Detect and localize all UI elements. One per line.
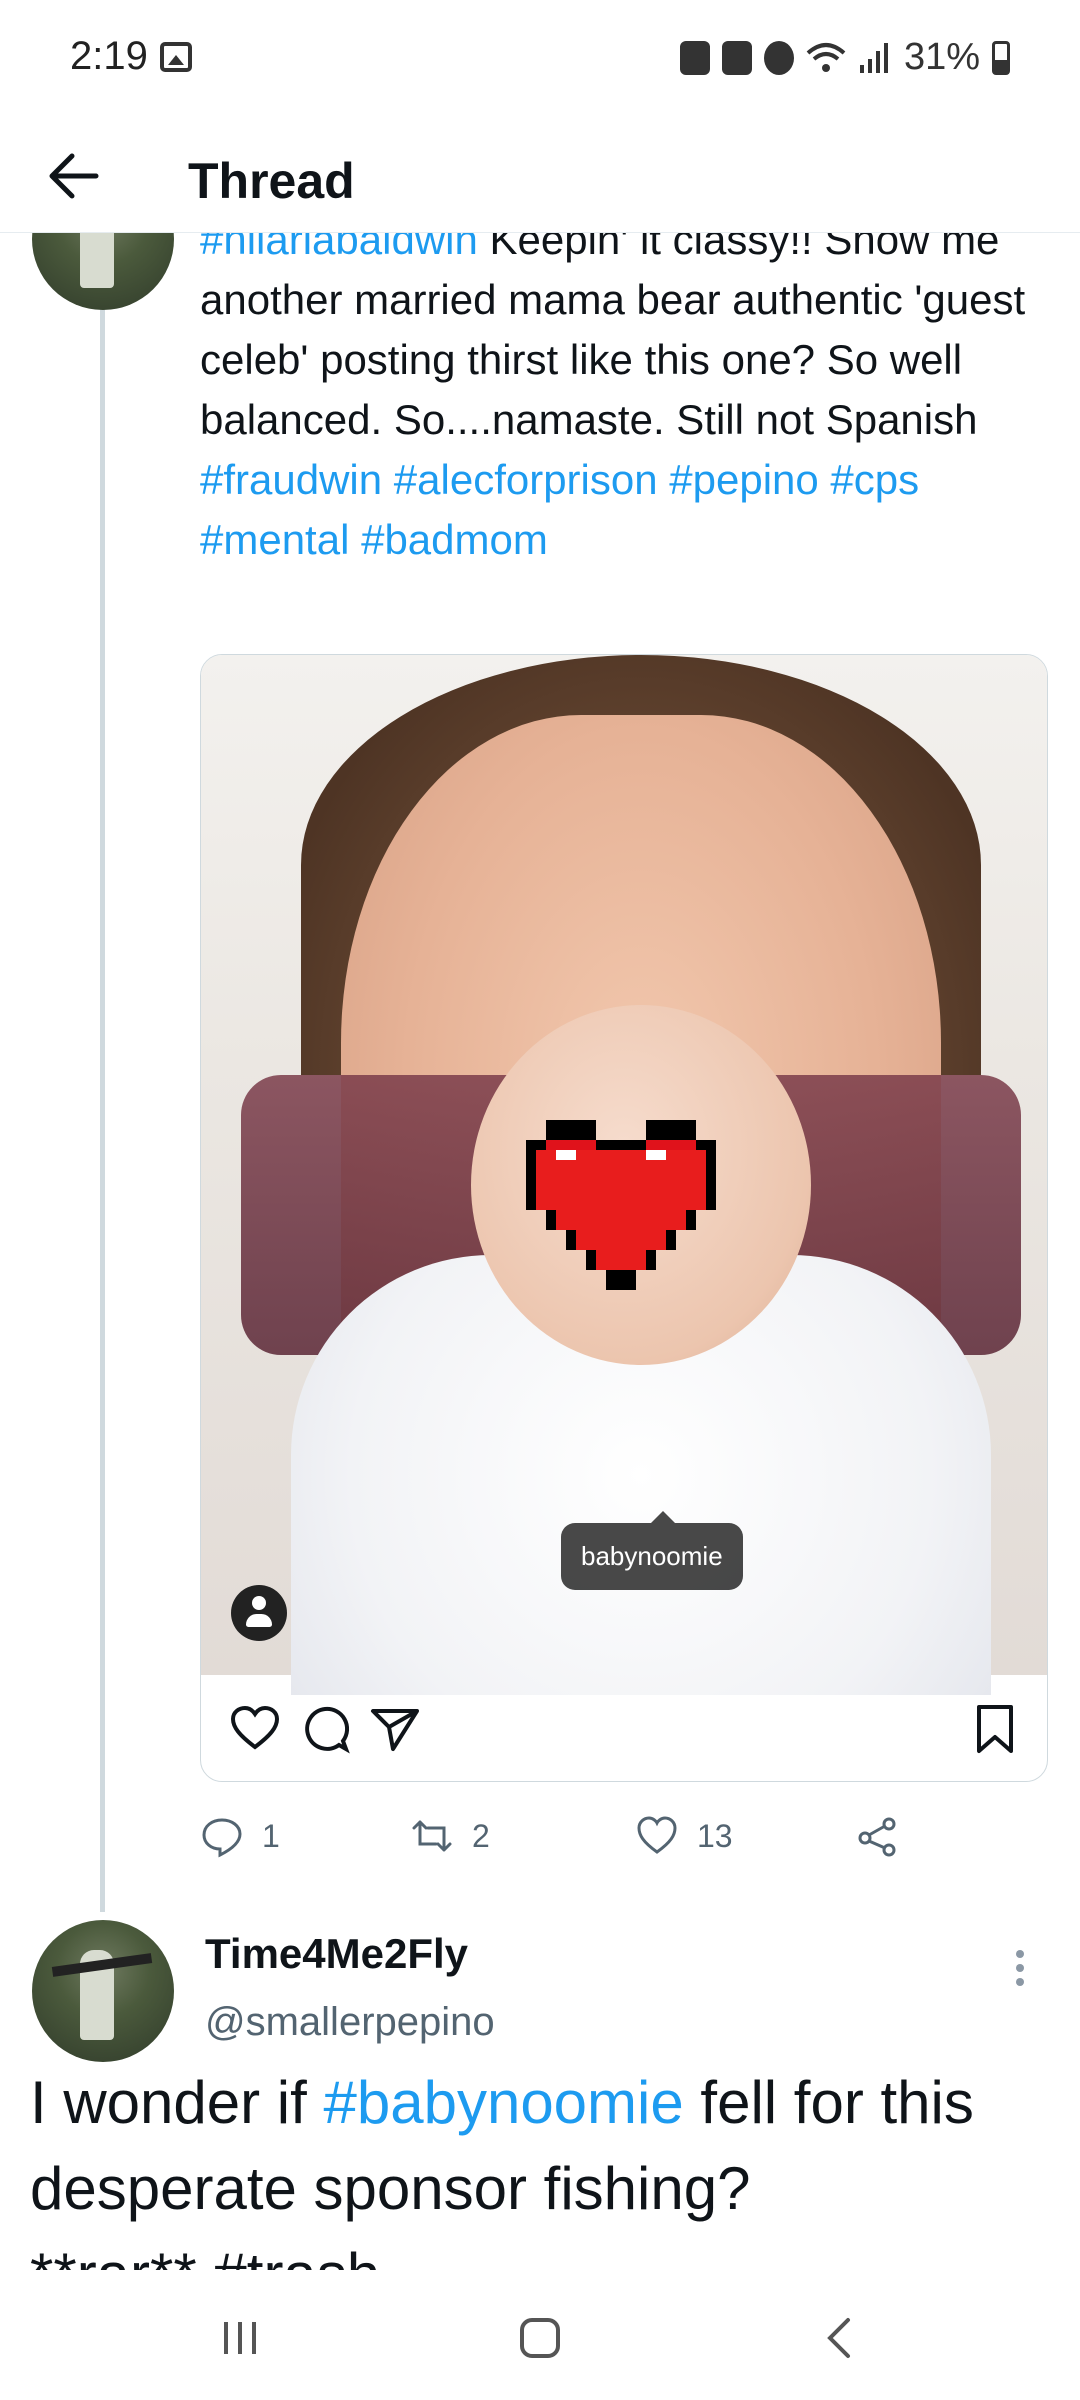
reply-button[interactable]: 1 xyxy=(200,1806,280,1866)
retweet-button[interactable]: 2 xyxy=(410,1806,490,1866)
wifi-icon xyxy=(806,42,846,72)
hashtag-link[interactable]: #cps xyxy=(830,456,919,503)
tweet-text-cut: **rar** #trash xyxy=(30,2241,380,2270)
retweet-count: 2 xyxy=(472,1817,490,1854)
share-plane-icon[interactable] xyxy=(369,1703,421,1755)
media-actions xyxy=(201,1675,1047,1781)
hashtag-link[interactable]: #alecforprison xyxy=(394,456,658,503)
alarm-icon xyxy=(763,40,794,75)
reply-count: 1 xyxy=(262,1817,280,1854)
back-nav-icon[interactable] xyxy=(810,2308,870,2368)
tweet-body: #hilariabaldwin Keepin' it classy!! Show… xyxy=(200,210,1040,570)
thread-connector-line xyxy=(100,232,105,1912)
battery-percent: 31% xyxy=(903,36,980,78)
nfc-icon xyxy=(721,40,752,75)
recent-apps-icon[interactable] xyxy=(210,2308,270,2368)
like-heart-icon xyxy=(637,1816,677,1854)
retweet-icon xyxy=(412,1820,452,1852)
signal-icon xyxy=(859,42,888,73)
like-button[interactable]: 13 xyxy=(635,1806,733,1866)
bookmark-icon[interactable] xyxy=(969,1703,1021,1755)
media-card[interactable]: babynoomie xyxy=(200,654,1048,1782)
like-count: 13 xyxy=(697,1817,733,1854)
share-icon xyxy=(858,1817,896,1857)
status-time: 2:19 xyxy=(70,34,148,78)
system-nav-bar xyxy=(0,2270,1080,2400)
hashtag-link[interactable]: #pepino xyxy=(669,456,818,503)
home-icon[interactable] xyxy=(510,2308,570,2368)
heart-icon[interactable] xyxy=(229,1703,281,1755)
tagged-person-icon[interactable] xyxy=(231,1585,287,1641)
hashtag-link[interactable]: #babynoomie xyxy=(323,2069,683,2136)
display-name[interactable]: Time4Me2Fly xyxy=(205,1930,468,1978)
tweet-body: I wonder if #babynoomie fell for this de… xyxy=(30,2060,1050,2270)
user-handle[interactable]: @smallerpepino xyxy=(205,2000,495,2045)
hashtag-link[interactable]: #fraudwin xyxy=(200,456,382,503)
comment-icon[interactable] xyxy=(299,1703,351,1755)
arrow-left-icon[interactable] xyxy=(40,142,108,210)
thread-header: Thread xyxy=(0,120,1080,233)
tweet-actions: 1 2 13 xyxy=(200,1806,1000,1866)
battery-icon xyxy=(992,40,1010,75)
gallery-icon xyxy=(160,42,192,72)
photo-tag[interactable]: babynoomie xyxy=(561,1511,743,1590)
hashtag-link[interactable]: #badmom xyxy=(361,516,548,563)
android-icon xyxy=(679,40,710,75)
more-options-icon[interactable] xyxy=(1012,1944,1028,2004)
status-icons: 31% xyxy=(679,36,1010,79)
tweet-photo[interactable]: babynoomie xyxy=(201,655,1047,1695)
status-bar: 2:19 31% xyxy=(0,0,1080,120)
hashtag-link[interactable]: #mental xyxy=(200,516,349,563)
reply-icon xyxy=(202,1818,242,1858)
pixel-heart-icon xyxy=(526,1120,716,1290)
page-title: Thread xyxy=(188,153,355,209)
tweet-text: I wonder if xyxy=(30,2069,324,2136)
share-button[interactable] xyxy=(855,1806,899,1866)
avatar[interactable] xyxy=(32,1920,174,2062)
